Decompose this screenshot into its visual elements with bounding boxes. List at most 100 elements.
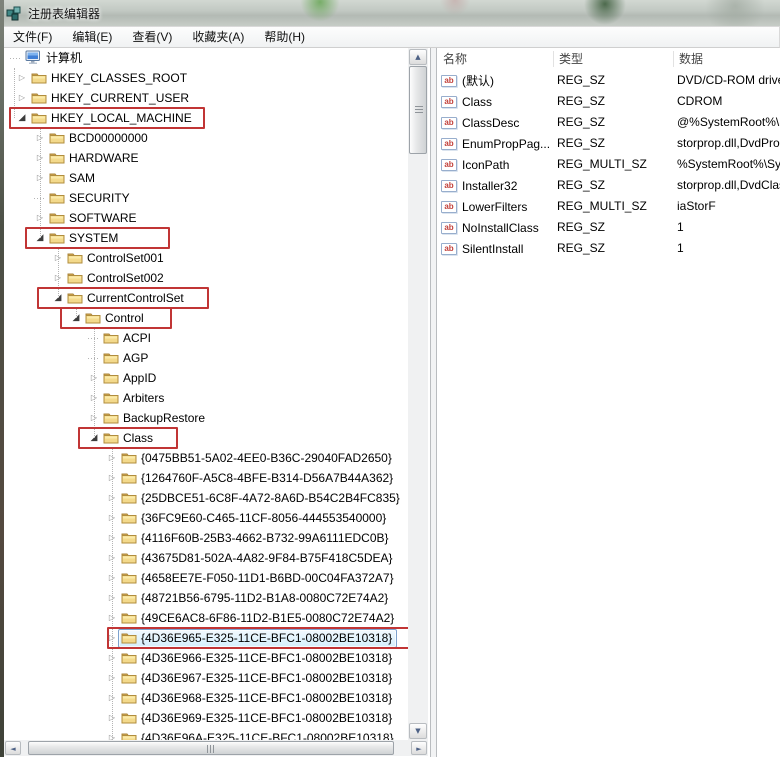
tree-item[interactable]: ▷{4D36E96A-E325-11CE-BFC1-08002BE10318} [4,728,408,740]
tree-item[interactable]: ▷{25DBCE51-6C8F-4A72-8A6D-B54C2B4FC835} [4,488,408,508]
menu-item-4[interactable]: 帮助(H) [254,27,315,47]
tree-item[interactable]: ▷ControlSet001 [4,248,408,268]
value-row[interactable]: ab(默认)REG_SZDVD/CD-ROM drives [437,70,780,91]
tree-node[interactable]: {49CE6AC8-6F86-11D2-B1E5-0080C72E74A2} [118,609,399,628]
tree-node[interactable]: {4116F60B-25B3-4662-B732-99A6111EDC0B} [118,529,394,548]
tree-node[interactable]: AGP [100,349,153,368]
value-row[interactable]: abEnumPropPag...REG_SZstorprop.dll,DvdPr… [437,133,780,154]
value-row[interactable]: abClassREG_SZCDROM [437,91,780,112]
tree-node[interactable]: {43675D81-502A-4A82-9F84-B75F418C5DEA} [118,549,398,568]
value-row[interactable]: abSilentInstallREG_SZ1 [437,238,780,259]
column-header-0[interactable]: 名称 [437,48,553,70]
value-row[interactable]: abIconPathREG_MULTI_SZ%SystemRoot%\Syste… [437,154,780,175]
tree-node[interactable]: HARDWARE [46,149,144,168]
column-separator[interactable] [553,51,554,67]
tree-node[interactable]: Arbiters [100,389,169,408]
tree-item[interactable]: ◢CurrentControlSet [4,288,408,308]
tree-node[interactable]: Class [100,429,158,448]
tree-node[interactable]: CurrentControlSet [64,289,189,308]
menu-item-2[interactable]: 查看(V) [122,27,182,47]
vertical-scroll-thumb[interactable] [409,66,427,154]
tree-item[interactable]: ACPI [4,328,408,348]
tree-node[interactable]: {0475BB51-5A02-4EE0-B36C-29040FAD2650} [118,449,397,468]
tree-item[interactable]: ▷ControlSet002 [4,268,408,288]
tree-node[interactable]: ACPI [100,329,156,348]
tree-item[interactable]: AGP [4,348,408,368]
column-separator[interactable] [673,51,674,67]
tree-node[interactable]: HKEY_LOCAL_MACHINE [28,109,197,128]
tree-horizontal-scrollbar[interactable]: ◄ ► [4,740,428,756]
tree-item[interactable]: ▷HKEY_CLASSES_ROOT [4,68,408,88]
tree-item[interactable]: ▷{1264760F-A5C8-4BFE-B314-D56A7B44A362} [4,468,408,488]
tree-item[interactable]: ▷AppID [4,368,408,388]
tree-node[interactable]: ControlSet002 [64,269,169,288]
tree-vertical-scrollbar[interactable]: ▲ ▼ [408,48,428,740]
tree-item[interactable]: ▷{4D36E967-E325-11CE-BFC1-08002BE10318} [4,668,408,688]
menu-item-0[interactable]: 文件(F) [3,27,62,47]
tree-node[interactable]: SOFTWARE [46,209,142,228]
expand-arrow-icon[interactable]: ▷ [16,88,28,108]
tree-node[interactable]: BackupRestore [100,409,210,428]
tree-item[interactable]: ▷{4D36E968-E325-11CE-BFC1-08002BE10318} [4,688,408,708]
tree-item[interactable]: ▷{4116F60B-25B3-4662-B732-99A6111EDC0B} [4,528,408,548]
tree-item[interactable]: ▷BackupRestore [4,408,408,428]
tree-node[interactable]: {4D36E96A-E325-11CE-BFC1-08002BE10318} [118,729,399,741]
tree-node[interactable]: {4D36E966-E325-11CE-BFC1-08002BE10318} [118,649,397,668]
tree-node[interactable]: {4D36E968-E325-11CE-BFC1-08002BE10318} [118,689,397,708]
tree-item[interactable]: ◢Class [4,428,408,448]
tree-node[interactable]: {25DBCE51-6C8F-4A72-8A6D-B54C2B4FC835} [118,489,405,508]
tree-node[interactable]: SECURITY [46,189,135,208]
tree-item[interactable]: ▷{49CE6AC8-6F86-11D2-B1E5-0080C72E74A2} [4,608,408,628]
tree-item[interactable]: ▷{4D36E965-E325-11CE-BFC1-08002BE10318} [4,628,408,648]
menu-item-1[interactable]: 编辑(E) [62,27,122,47]
tree-item[interactable]: ▷Arbiters [4,388,408,408]
tree-node[interactable]: {36FC9E60-C465-11CF-8056-444553540000} [118,509,391,528]
tree-item[interactable]: ▷SAM [4,168,408,188]
value-row[interactable]: abNoInstallClassREG_SZ1 [437,217,780,238]
tree-item[interactable]: ▷{4D36E969-E325-11CE-BFC1-08002BE10318} [4,708,408,728]
tree-item[interactable]: ▷{4D36E966-E325-11CE-BFC1-08002BE10318} [4,648,408,668]
tree-item[interactable]: ▷HKEY_CURRENT_USER [4,88,408,108]
scroll-right-button[interactable]: ► [411,741,427,755]
tree-node[interactable]: HKEY_CLASSES_ROOT [28,69,192,88]
scroll-left-button[interactable]: ◄ [5,741,21,755]
pane-splitter[interactable] [430,48,437,757]
collapse-arrow-icon[interactable]: ◢ [16,108,28,128]
tree-node[interactable]: {48721B56-6795-11D2-B1A8-0080C72E74A2} [118,589,393,608]
tree-item[interactable]: 计算机 [4,48,408,68]
tree-item[interactable]: ▷{48721B56-6795-11D2-B1A8-0080C72E74A2} [4,588,408,608]
tree-item[interactable]: SECURITY [4,188,408,208]
value-row[interactable]: abInstaller32REG_SZstorprop.dll,DvdClass… [437,175,780,196]
tree-item[interactable]: ▷{4658EE7E-F050-11D1-B6BD-00C04FA372A7} [4,568,408,588]
tree-item[interactable]: ▷BCD00000000 [4,128,408,148]
value-row[interactable]: abClassDescREG_SZ@%SystemRoot%\System32\… [437,112,780,133]
tree-node[interactable]: {4658EE7E-F050-11D1-B6BD-00C04FA372A7} [118,569,399,588]
tree-node[interactable]: {1264760F-A5C8-4BFE-B314-D56A7B44A362} [118,469,398,488]
tree-item[interactable]: ▷{43675D81-502A-4A82-9F84-B75F418C5DEA} [4,548,408,568]
tree-item[interactable]: ◢SYSTEM [4,228,408,248]
tree-node[interactable]: ControlSet001 [64,249,169,268]
tree-item[interactable]: ◢HKEY_LOCAL_MACHINE [4,108,408,128]
tree-node[interactable]: AppID [100,369,161,388]
tree-node[interactable]: 计算机 [22,48,87,69]
tree-node[interactable]: {4D36E969-E325-11CE-BFC1-08002BE10318} [118,709,397,728]
tree-item[interactable]: ▷SOFTWARE [4,208,408,228]
tree-node[interactable]: {4D36E967-E325-11CE-BFC1-08002BE10318} [118,669,397,688]
menu-item-3[interactable]: 收藏夹(A) [182,27,254,47]
scroll-up-button[interactable]: ▲ [409,49,427,65]
tree-node[interactable]: HKEY_CURRENT_USER [28,89,194,108]
tree-item[interactable]: ▷{0475BB51-5A02-4EE0-B36C-29040FAD2650} [4,448,408,468]
tree-node-selected[interactable]: {4D36E965-E325-11CE-BFC1-08002BE10318} [118,629,397,648]
tree-item[interactable]: ◢Control [4,308,408,328]
tree-item[interactable]: ▷HARDWARE [4,148,408,168]
expand-arrow-icon[interactable]: ▷ [16,68,28,88]
tree-node[interactable]: SYSTEM [46,229,123,248]
horizontal-scroll-thumb[interactable] [28,741,394,755]
value-row[interactable]: abLowerFiltersREG_MULTI_SZiaStorF [437,196,780,217]
tree-item[interactable]: ▷{36FC9E60-C465-11CF-8056-444553540000} [4,508,408,528]
tree-node[interactable]: BCD00000000 [46,129,153,148]
column-header-1[interactable]: 类型 [553,48,673,70]
scroll-down-button[interactable]: ▼ [409,723,427,739]
column-header-2[interactable]: 数据 [673,48,780,70]
tree-node[interactable]: Control [82,309,149,328]
